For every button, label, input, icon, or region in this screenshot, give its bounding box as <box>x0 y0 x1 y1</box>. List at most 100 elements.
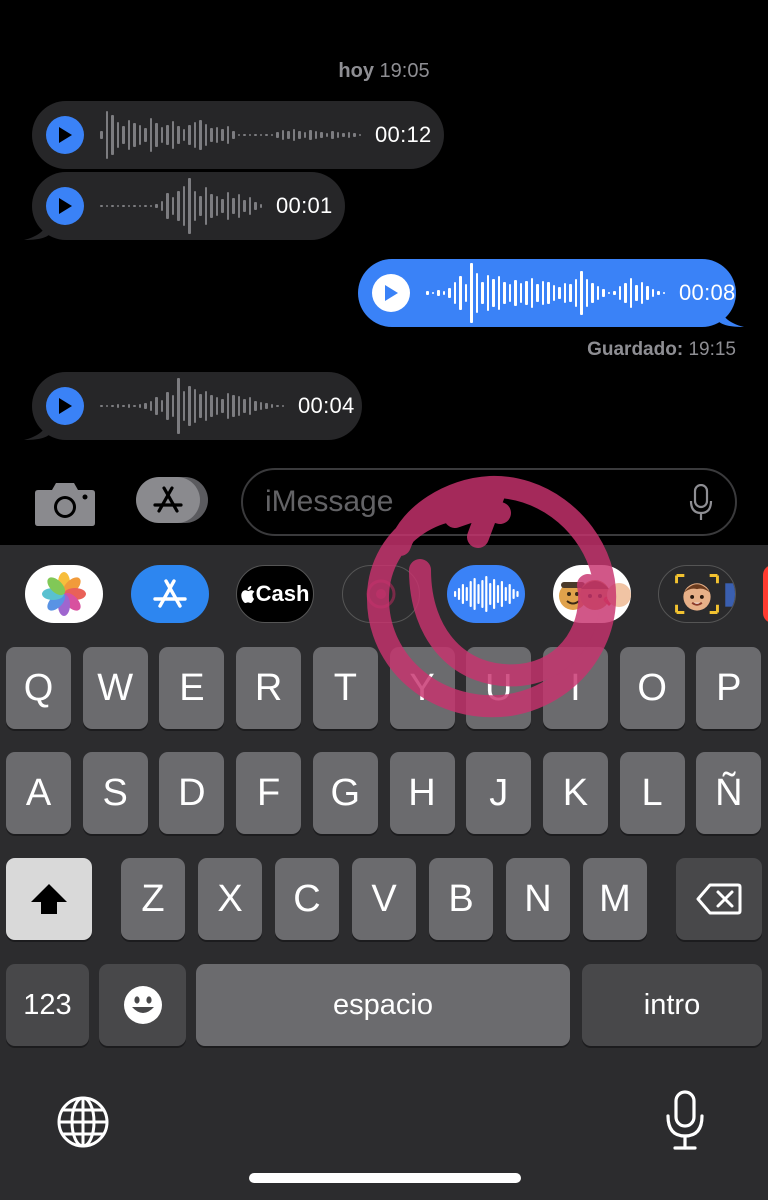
more-apps-partial[interactable] <box>763 565 768 623</box>
numbers-key[interactable]: 123 <box>6 964 89 1046</box>
key-c[interactable]: C <box>275 858 339 940</box>
waveform-bar <box>596 286 599 300</box>
camera-button[interactable] <box>34 480 96 531</box>
waveform-bar <box>516 591 519 597</box>
apple-cash-app-button[interactable]: Cash <box>236 565 314 623</box>
waveform-bar <box>122 205 125 207</box>
key-a[interactable]: A <box>6 752 71 834</box>
key-l[interactable]: L <box>619 752 685 834</box>
key-m[interactable]: M <box>583 858 647 940</box>
waveform-bar <box>215 196 218 216</box>
audio-message-outgoing[interactable]: 00:08 <box>358 259 744 327</box>
key-b[interactable]: B <box>429 858 493 940</box>
play-button[interactable] <box>46 116 84 154</box>
waveform-bar <box>358 134 361 136</box>
waveform-bar <box>133 123 136 147</box>
waveform-bar <box>127 205 130 207</box>
waveform-bar <box>569 284 572 302</box>
dictation-key[interactable] <box>664 1090 706 1157</box>
waveform-bar <box>454 591 457 597</box>
play-button[interactable] <box>46 387 84 425</box>
app-store-app-button[interactable] <box>131 565 209 623</box>
waveform-bar <box>459 276 462 310</box>
photos-app-button[interactable] <box>25 565 103 623</box>
conversation-area: hoy 19:05 00:12 00:01 00:08 Guardado: 19… <box>0 0 768 545</box>
key-y[interactable]: Y <box>389 647 455 729</box>
app-store-button[interactable] <box>136 477 208 523</box>
audio-waveform <box>100 376 284 436</box>
key-n[interactable]: N <box>506 858 570 940</box>
waveform-bar <box>629 278 632 308</box>
dictation-button[interactable] <box>689 483 713 527</box>
message-input[interactable] <box>265 482 665 522</box>
memoji-icon <box>675 574 735 614</box>
key-r[interactable]: R <box>236 647 302 729</box>
key-p[interactable]: P <box>696 647 762 729</box>
waveform-bar <box>105 205 108 207</box>
return-key[interactable]: intro <box>582 964 762 1046</box>
key-w[interactable]: W <box>82 647 148 729</box>
home-indicator[interactable] <box>249 1173 521 1183</box>
key-u[interactable]: U <box>466 647 532 729</box>
imessage-field[interactable] <box>241 468 737 536</box>
key-t[interactable]: T <box>312 647 378 729</box>
waveform-bar <box>314 131 317 139</box>
key-q[interactable]: Q <box>6 647 71 729</box>
waveform-bar <box>465 587 468 601</box>
waveform-bar <box>475 273 478 313</box>
waveform-bar <box>591 283 594 303</box>
key-ñ[interactable]: Ñ <box>696 752 762 834</box>
waveform-bar <box>226 192 229 220</box>
backspace-key[interactable] <box>676 858 762 940</box>
digital-touch-app-button[interactable] <box>342 565 420 623</box>
waveform-bar <box>276 405 279 407</box>
shift-key[interactable] <box>6 858 92 940</box>
waveform-bar <box>138 404 141 408</box>
memoji-app-button[interactable] <box>658 565 736 623</box>
audio-message-incoming[interactable]: 00:12 <box>32 101 444 169</box>
audio-message-incoming[interactable]: 00:01 <box>24 172 345 240</box>
waveform-bar <box>215 127 218 143</box>
waveform-bar <box>481 282 484 304</box>
key-h[interactable]: H <box>389 752 455 834</box>
waveform-bar <box>171 121 174 149</box>
key-o[interactable]: O <box>619 647 685 729</box>
key-v[interactable]: V <box>352 858 416 940</box>
key-s[interactable]: S <box>82 752 148 834</box>
key-f[interactable]: F <box>236 752 302 834</box>
key-x[interactable]: X <box>198 858 262 940</box>
waveform-bar <box>171 197 174 215</box>
play-button[interactable] <box>372 274 410 312</box>
memoji-stickers-app-button[interactable] <box>553 565 631 623</box>
waveform-bar <box>166 125 169 145</box>
audio-message-incoming[interactable]: 00:04 <box>24 372 362 440</box>
space-key[interactable]: espacio <box>196 964 570 1046</box>
keyboard-panel: Cash Q W E R T Y U I O P A S D F G H J K… <box>0 545 768 1200</box>
key-g[interactable]: G <box>312 752 378 834</box>
key-z[interactable]: Z <box>121 858 185 940</box>
key-k[interactable]: K <box>542 752 608 834</box>
waveform-bar <box>133 205 136 207</box>
waveform-bar <box>116 404 119 408</box>
waveform-bar <box>497 276 500 310</box>
waveform-bar <box>657 291 660 295</box>
key-d[interactable]: D <box>159 752 225 834</box>
waveform-bar <box>470 263 473 323</box>
emoji-key[interactable] <box>99 964 186 1046</box>
audio-waveform <box>100 176 262 236</box>
key-e[interactable]: E <box>159 647 225 729</box>
audio-message-app-button[interactable] <box>447 565 525 623</box>
waveform-bar <box>254 401 257 411</box>
photos-icon <box>42 572 86 616</box>
key-i[interactable]: I <box>542 647 608 729</box>
waveform-bar <box>325 133 328 137</box>
waveform-bar <box>149 205 152 207</box>
waveform-bar <box>248 397 251 415</box>
key-j[interactable]: J <box>466 752 532 834</box>
play-button[interactable] <box>46 187 84 225</box>
waveform-bar <box>442 291 445 295</box>
globe-key[interactable] <box>55 1094 111 1155</box>
waveform-bar <box>210 194 213 218</box>
waveform-bar <box>116 205 119 207</box>
waveform-bar <box>248 197 251 215</box>
